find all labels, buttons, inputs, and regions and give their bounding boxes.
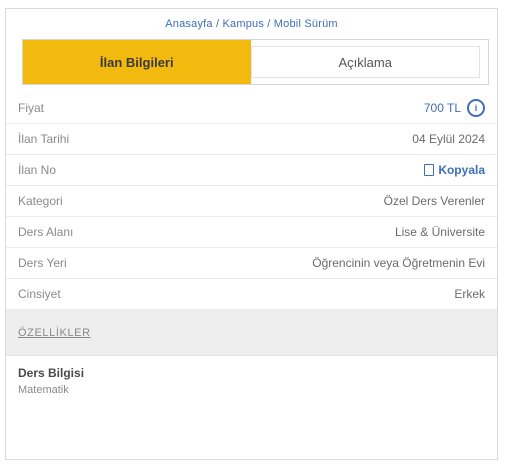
row-value: Erkek	[454, 287, 485, 301]
row-label: Kategori	[18, 194, 63, 208]
row-ders-alani: Ders Alanı Lise & Üniversite	[6, 217, 497, 248]
listing-panel: Anasayfa / Kampus / Mobil Sürüm İlan Bil…	[5, 8, 498, 460]
row-label: Ders Yeri	[18, 256, 67, 270]
info-icon[interactable]: i	[467, 99, 485, 117]
row-kategori: Kategori Özel Ders Verenler	[6, 186, 497, 217]
row-label: Fiyat	[18, 101, 45, 115]
copy-label: Kopyala	[438, 163, 485, 177]
row-value: Öğrencinin veya Öğretmenin Evi	[312, 256, 485, 270]
section-header-ozellikler[interactable]: ÖZELLİKLER	[6, 310, 497, 356]
row-fiyat: Fiyat 700 TL i	[6, 93, 497, 124]
row-label: İlan No	[18, 163, 57, 177]
row-ilan-no: İlan No Kopyala	[6, 155, 497, 186]
row-cinsiyet: Cinsiyet Erkek	[6, 279, 497, 310]
feature-title: Ders Bilgisi	[18, 366, 85, 380]
copy-icon[interactable]: Kopyala	[424, 163, 485, 177]
price-value: 700 TL	[423, 101, 461, 115]
row-label: Cinsiyet	[18, 287, 61, 301]
feature-item: Ders Bilgisi Matematik	[6, 356, 497, 406]
copy-square-icon	[424, 164, 435, 176]
feature-subtitle: Matematik	[18, 384, 69, 396]
tab-bar: İlan Bilgileri Açıklama	[22, 39, 489, 85]
row-value: 700 TL i	[424, 99, 485, 117]
row-value: 04 Eylül 2024	[412, 132, 485, 146]
row-ders-yeri: Ders Yeri Öğrencinin veya Öğretmenin Evi	[6, 248, 497, 279]
row-ilan-tarihi: İlan Tarihi 04 Eylül 2024	[6, 124, 497, 155]
tab-aciklama[interactable]: Açıklama	[250, 46, 480, 78]
row-value: Kopyala	[424, 163, 485, 177]
row-value: Özel Ders Verenler	[383, 194, 485, 208]
row-label: Ders Alanı	[18, 225, 74, 239]
breadcrumb[interactable]: Anasayfa / Kampus / Mobil Sürüm	[6, 9, 497, 39]
tab-ilan-bilgileri[interactable]: İlan Bilgileri	[23, 40, 251, 84]
row-value: Lise & Üniversite	[394, 225, 485, 239]
row-label: İlan Tarihi	[18, 132, 70, 146]
details-list: Fiyat 700 TL i İlan Tarihi 04 Eylül 2024…	[6, 93, 497, 310]
